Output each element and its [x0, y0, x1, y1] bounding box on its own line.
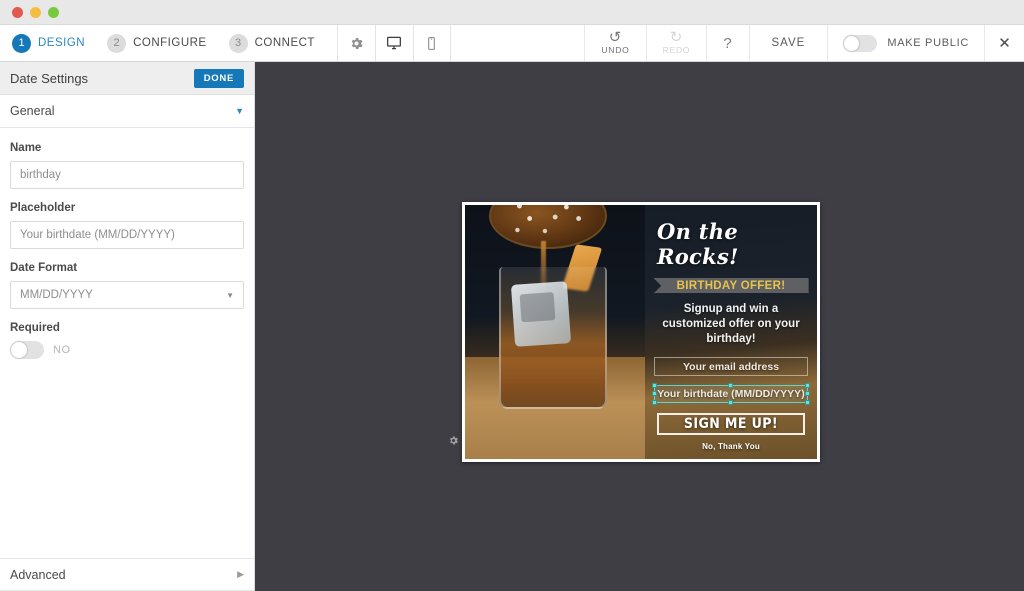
step-design-label: DESIGN	[38, 37, 86, 49]
step-connect-label: CONNECT	[254, 37, 315, 49]
popup-subtitle[interactable]: Signup and win a customized offer on you…	[657, 302, 805, 347]
wizard-steps: 1 DESIGN 2 CONFIGURE 3 CONNECT	[0, 25, 337, 61]
popup-headline[interactable]: On the Rocks!	[657, 219, 805, 269]
make-public-switch[interactable]	[843, 34, 878, 52]
required-toggle-knob	[11, 342, 27, 358]
field-placeholder-label: Placeholder	[10, 202, 76, 214]
field-name: Name birthday	[10, 142, 244, 189]
date-format-select[interactable]: MM/DD/YYYY ▼	[10, 281, 244, 309]
resize-handle-middle-left[interactable]	[652, 390, 657, 396]
step-connect[interactable]: 3 CONNECT	[228, 33, 315, 53]
popup-wrapper: On the Rocks! BIRTHDAY OFFER! Signup and…	[449, 202, 820, 462]
step-configure[interactable]: 2 CONFIGURE	[107, 33, 207, 53]
popup-content: On the Rocks! BIRTHDAY OFFER! Signup and…	[645, 205, 817, 459]
done-button[interactable]: DONE	[193, 68, 244, 88]
window-maximize-button[interactable]	[48, 6, 59, 18]
toolbar-actions: ↺ UNDO ↻ REDO ? SAVE MAKE PUBLIC ✕	[584, 25, 1024, 61]
redo-label: REDO	[662, 45, 691, 55]
window-minimize-button[interactable]	[30, 6, 41, 18]
resize-handle-bottom-right[interactable]	[805, 399, 810, 405]
page-title: Date Settings	[10, 70, 89, 86]
field-date-format: Date Format MM/DD/YYYY ▼	[10, 262, 244, 309]
step-design[interactable]: 1 DESIGN	[12, 33, 86, 53]
undo-icon: ↺	[608, 29, 623, 46]
field-required-label: Required	[10, 322, 60, 334]
step-design-number: 1	[12, 33, 31, 53]
name-input[interactable]: birthday	[10, 161, 244, 189]
undo-label: UNDO	[601, 45, 630, 55]
close-editor-button[interactable]: ✕	[984, 25, 1024, 61]
resize-handle-bottom-left[interactable]	[652, 399, 657, 405]
popup-decline-link[interactable]: No, Thank You	[702, 442, 760, 451]
redo-button[interactable]: ↻ REDO	[645, 25, 707, 61]
section-advanced[interactable]: Advanced ▶	[0, 558, 254, 591]
field-date-format-label: Date Format	[10, 262, 78, 274]
section-advanced-label: Advanced	[10, 567, 66, 582]
make-public-toggle[interactable]: MAKE PUBLIC	[827, 25, 984, 61]
settings-sidebar: Date Settings DONE General ▼ Name birthd…	[0, 62, 255, 591]
section-general-label: General	[10, 104, 55, 118]
desktop-preview-icon[interactable]	[374, 25, 413, 61]
placeholder-input[interactable]: Your birthdate (MM/DD/YYYY)	[10, 221, 244, 249]
resize-handle-bottom-center[interactable]	[728, 399, 733, 405]
popup-photo	[465, 205, 645, 459]
editor-body: Date Settings DONE General ▼ Name birthd…	[0, 62, 1024, 591]
help-button[interactable]: ?	[706, 25, 748, 61]
field-required: Required NO	[10, 322, 244, 359]
main-toolbar: 1 DESIGN 2 CONFIGURE 3 CONNECT ↺ UNDO ↻ …	[0, 25, 1024, 62]
step-connect-number: 3	[228, 33, 248, 53]
window-close-button[interactable]	[12, 6, 23, 18]
popup-ribbon[interactable]: BIRTHDAY OFFER!	[653, 278, 809, 294]
popup-preview[interactable]: On the Rocks! BIRTHDAY OFFER! Signup and…	[462, 202, 820, 462]
resize-handle-middle-right[interactable]	[805, 390, 810, 396]
required-toggle-value: NO	[53, 344, 71, 356]
window-titlebar	[0, 0, 1024, 25]
step-configure-number: 2	[107, 33, 127, 53]
undo-button[interactable]: ↺ UNDO	[584, 25, 645, 61]
resize-handle-top-right[interactable]	[805, 382, 810, 388]
make-public-switch-knob	[844, 35, 860, 51]
mobile-preview-icon[interactable]	[412, 25, 451, 61]
chevron-down-icon: ▼	[226, 290, 234, 300]
section-general[interactable]: General ▼	[0, 95, 254, 128]
settings-fields: Name birthday Placeholder Your birthdate…	[0, 128, 254, 558]
popup-signup-button[interactable]: SIGN ME UP!	[657, 412, 805, 436]
resize-handle-top-center[interactable]	[728, 382, 733, 388]
chevron-down-icon: ▼	[235, 106, 244, 116]
field-placeholder: Placeholder Your birthdate (MM/DD/YYYY)	[10, 202, 244, 249]
redo-icon: ↻	[669, 29, 684, 46]
gear-icon[interactable]	[336, 25, 375, 61]
popup-ribbon-label: BIRTHDAY OFFER!	[676, 279, 786, 292]
popup-date-field[interactable]: Your birthdate (MM/DD/YYYY)	[652, 382, 810, 405]
make-public-label: MAKE PUBLIC	[887, 37, 969, 49]
required-toggle[interactable]	[10, 341, 44, 359]
field-name-label: Name	[10, 142, 42, 154]
photo-ice-cube	[510, 281, 572, 347]
popup-email-field[interactable]: Your email address	[654, 357, 808, 376]
panel-header: Date Settings DONE	[0, 62, 254, 95]
popup-settings-gear-icon[interactable]	[448, 435, 459, 449]
toolbar-icon-group	[336, 25, 451, 61]
chevron-right-icon: ▶	[237, 569, 244, 579]
save-button[interactable]: SAVE	[748, 25, 828, 61]
step-configure-label: CONFIGURE	[133, 37, 207, 49]
popup-date-field-text: Your birthdate (MM/DD/YYYY)	[657, 387, 805, 400]
preview-canvas: On the Rocks! BIRTHDAY OFFER! Signup and…	[255, 62, 1024, 591]
date-format-value: MM/DD/YYYY	[20, 289, 93, 301]
required-toggle-row[interactable]: NO	[10, 341, 244, 359]
resize-handle-top-left[interactable]	[652, 382, 657, 388]
